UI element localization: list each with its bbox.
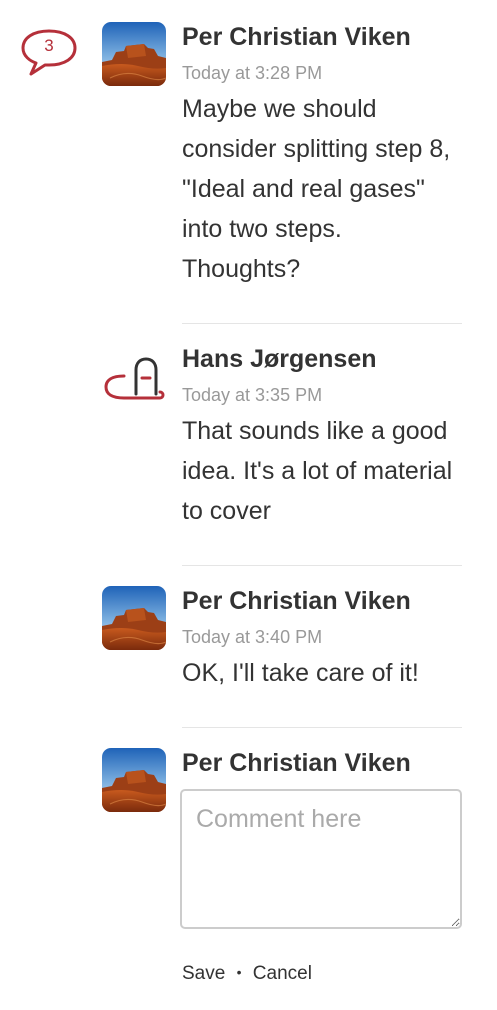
comment-count-badge[interactable]: 3 <box>20 28 80 80</box>
action-separator: • <box>236 964 242 980</box>
comment-timestamp: Today at 3:35 PM <box>182 385 323 405</box>
comment-author: Per Christian Viken <box>182 749 411 777</box>
comment-actions: Save • Cancel <box>182 960 312 986</box>
cancel-link[interactable]: Cancel <box>253 962 312 986</box>
desert-landscape-photo-icon <box>102 586 166 650</box>
comment-divider <box>182 565 462 566</box>
person-outline-icon <box>104 357 165 400</box>
comment-text: Maybe we should consider splitting step … <box>182 95 451 283</box>
comment-timestamp: Today at 3:40 PM <box>182 627 323 647</box>
comment-count: 3 <box>44 36 54 55</box>
desert-landscape-photo-icon <box>102 22 166 86</box>
comment-input[interactable] <box>180 789 462 929</box>
desert-landscape-photo-icon <box>102 748 166 812</box>
avatar[interactable] <box>102 22 166 86</box>
comment-author[interactable]: Hans Jørgensen <box>182 344 462 374</box>
comment-divider <box>182 323 462 324</box>
comment-author[interactable]: Per Christian Viken <box>182 586 462 616</box>
comment-timestamp: Today at 3:28 PM <box>182 63 323 83</box>
avatar[interactable] <box>102 748 166 812</box>
comment-text: OK, I'll take care of it! <box>182 659 419 687</box>
avatar[interactable] <box>102 586 166 650</box>
save-link[interactable]: Save <box>182 962 225 986</box>
comment-author[interactable]: Per Christian Viken <box>182 22 462 52</box>
default-user-icon[interactable] <box>102 354 166 400</box>
comment-divider <box>182 727 462 728</box>
comment-text: That sounds like a good idea. It's a lot… <box>182 417 453 525</box>
